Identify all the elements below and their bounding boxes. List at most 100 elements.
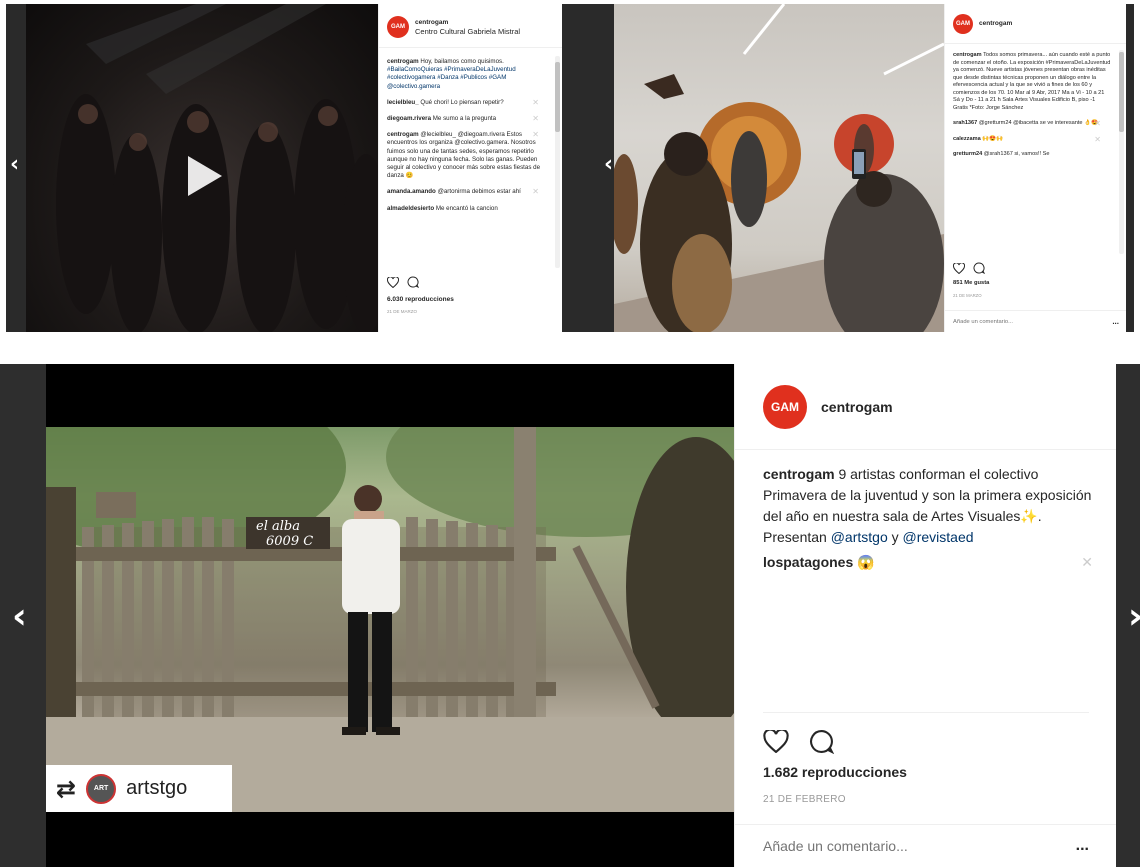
comment-item: centrogam @lecielbleu_ @diegoam.rivera E… [379,127,557,184]
heart-icon[interactable] [953,262,965,274]
post-header: GAM centrogam Centro Cultural Gabriela M… [379,4,562,48]
caption: centrogam Hoy, bailamos como quisimos. #… [379,52,557,95]
delete-comment-icon[interactable]: ✕ [1094,135,1101,144]
post-viewer-1: ‹ GAM centrogam Centro Cultural Gabriela… [6,4,570,332]
play-icon[interactable] [188,156,222,196]
add-comment-bar: ... [735,824,1116,867]
post-viewer-2: ‹ GAM centrogam centrogam Todos somos pr… [570,4,1134,332]
previous-post-button[interactable]: ‹ [604,152,613,177]
comments-area[interactable]: centrogam Hoy, bailamos como quisimos. #… [379,52,557,272]
video-frame: el alba 6009 C ⇄ ART artstgo [46,427,734,812]
comment-username[interactable]: centrogam [387,131,419,138]
comment-item: lospatagones 😱 ✕ [763,554,1093,571]
delete-comment-icon[interactable]: ✕ [1081,554,1093,571]
comment-icon[interactable] [973,262,985,274]
comment-item: srah1367 @gretturm24 @ibacetta se ve int… [945,116,1119,132]
caption-text: Hoy, bailamos como quisimos. [420,58,504,65]
previous-post-button[interactable]: ‹ [10,152,19,177]
add-comment-bar: ... [945,310,1126,332]
comment-text: @gretturm24 @ibacetta se ve interesante … [978,120,1099,126]
action-bar [387,276,419,288]
comments-area[interactable]: centrogam Todos somos primavera... aún c… [945,48,1119,256]
mention-link[interactable]: @artstgo [831,529,888,545]
action-bar [763,729,834,754]
scrollbar-thumb[interactable] [1119,52,1124,132]
views-count[interactable]: 1.682 reproducciones [763,764,907,780]
repost-icon: ⇄ [56,774,77,803]
caption-hashtags[interactable]: #BailaComoQuieras #PrimaveraDeLaJuventud… [387,66,516,89]
post-sidebar-2: GAM centrogam centrogam Todos somos prim… [944,4,1126,332]
comment-item: amanda.amando @artonirma debimos estar a… [379,184,557,200]
comment-item: diegoam.rivera Me sumo a la pregunta ✕ [379,111,557,127]
artist-video[interactable]: el alba 6009 C ⇄ ART artstgo [46,364,734,867]
more-options-button[interactable]: ... [1076,837,1089,855]
post-header: GAM centrogam [735,364,1116,450]
profile-avatar[interactable]: GAM [953,13,973,34]
likes-count[interactable]: 851 Me gusta [953,280,989,286]
caption-username[interactable]: centrogam [953,52,982,58]
caption-text: Todos somos primavera... aún cuando esté… [953,52,1111,111]
comment-text: @srah1367 si, vamos!! Se [983,151,1050,157]
post-date: 21 DE MARZO [953,293,982,298]
scrollbar-thumb[interactable] [555,62,560,132]
comment-text: @artonirma debimos estar ahí [437,188,521,196]
comment-text: Me encantó la cancion [435,204,498,212]
post-sidebar-3: GAM centrogam centrogam 9 artistas confo… [734,364,1116,867]
delete-comment-icon[interactable]: ✕ [532,114,539,123]
delete-comment-icon[interactable]: ✕ [532,98,539,107]
comment-text: @lecielbleu_ @diegoam.rivera Estos encue… [387,131,541,180]
post-date: 21 DE FEBRERO [763,794,846,805]
comment-username[interactable]: diegoam.rivera [387,115,431,122]
caption-and: y [891,529,899,545]
post-header: GAM centrogam [945,4,1126,44]
add-comment-input[interactable] [953,318,1083,325]
dance-video[interactable] [26,4,378,332]
previous-post-button[interactable]: ‹ [12,596,27,637]
comment-item: almadeldesierto Me encantó la cancion [379,201,557,217]
delete-comment-icon[interactable]: ✕ [532,188,539,196]
gallery-visitors-image [614,4,944,332]
mention-link[interactable]: @revistaed [903,529,974,545]
comment-username[interactable]: lospatagones [763,554,853,570]
views-count[interactable]: 6.030 reproducciones [387,295,454,304]
next-post-button[interactable]: › [1128,596,1140,637]
comment-icon[interactable] [407,276,419,288]
username-link[interactable]: centrogam [979,19,1012,28]
caption: centrogam 9 artistas conforman el colect… [763,464,1093,548]
action-bar [953,262,985,274]
location-link[interactable]: Centro Cultural Gabriela Mistral [415,27,520,36]
delete-comment-icon[interactable]: ✕ [532,131,539,139]
username-link[interactable]: centrogam [821,399,893,415]
post-date: 21 DE MARZO [387,309,418,314]
comment-username[interactable]: lecielbleu_ [387,99,419,106]
comments-scrollbar[interactable] [1119,50,1124,254]
comment-item: calezzama 🙌😍🙌 ✕ [945,132,1119,148]
post-viewer-3: ‹ el alba 6009 C ⇄ ART artstgo GAM centr… [0,364,1140,867]
comment-username[interactable]: almadeldesierto [387,205,434,212]
add-comment-input[interactable] [763,838,1023,854]
comment-icon[interactable] [809,729,834,754]
delete-comment-icon[interactable]: ✕ [1094,120,1101,128]
comment-text: 😱 [857,554,875,570]
repost-avatar: ART [86,773,117,804]
comments-scrollbar[interactable] [555,56,560,268]
post-sidebar-1: GAM centrogam Centro Cultural Gabriela M… [378,4,562,332]
heart-icon[interactable] [387,276,399,288]
more-options-button[interactable]: ... [1112,317,1119,326]
caption-username[interactable]: centrogam [763,466,835,482]
username-link[interactable]: centrogam [415,18,520,27]
repost-username: artstgo [126,777,188,799]
caption-username[interactable]: centrogam [387,58,419,65]
caption: centrogam Todos somos primavera... aún c… [945,48,1119,116]
comment-text: 🙌😍🙌 [982,135,1004,142]
comment-username[interactable]: calezzama [953,136,981,142]
repost-badge[interactable]: ⇄ ART artstgo [46,765,232,812]
profile-avatar[interactable]: GAM [387,15,409,38]
profile-avatar[interactable]: GAM [763,384,807,429]
heart-icon[interactable] [763,730,789,753]
comment-username[interactable]: amanda.amando [387,188,436,195]
comment-username[interactable]: gretturm24 [953,151,982,157]
comment-username[interactable]: srah1367 [953,120,977,126]
forest-gate-scene: el alba 6009 C [46,427,734,812]
exhibition-photo[interactable] [614,4,944,332]
